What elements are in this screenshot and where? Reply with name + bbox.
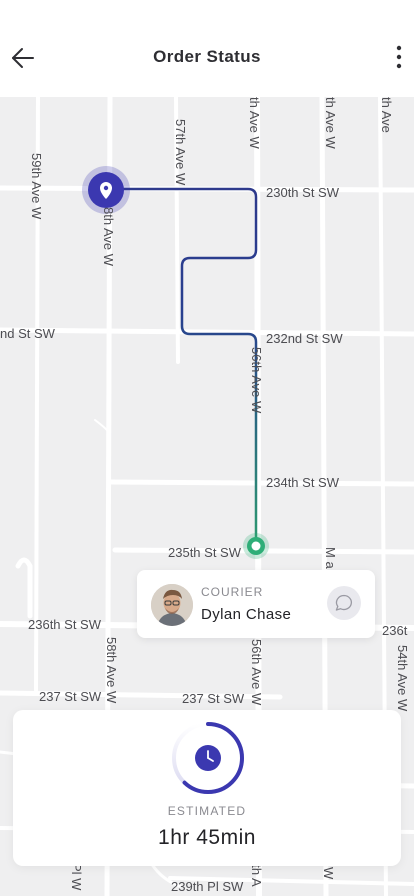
street-label: th Ave W <box>247 97 262 149</box>
delivery-route <box>106 187 258 545</box>
street-label: 54th Ave W <box>395 645 410 712</box>
more-vertical-icon <box>396 45 402 69</box>
street-label: 57th Ave W <box>173 119 188 186</box>
street-label: 232nd St SW <box>266 331 343 346</box>
street-label: th Ave <box>379 97 394 133</box>
courier-card[interactable]: COURIER Dylan Chase <box>137 570 375 638</box>
eta-card: ESTIMATED 1hr 45min <box>13 710 401 866</box>
eta-value: 1hr 45min <box>158 826 256 849</box>
street-label: 236t <box>382 623 408 638</box>
street-label: 8th Ave W <box>101 207 116 267</box>
eta-progress-ring <box>172 722 244 794</box>
street-label: 59th Ave W <box>29 153 44 220</box>
street-label: 56th Ave W <box>249 639 264 706</box>
clock-icon <box>195 745 221 771</box>
street-label: W <box>321 867 336 880</box>
street-label: 236th St SW <box>28 617 101 632</box>
street-label: nd St SW <box>0 326 55 341</box>
street-label: 56th Ave W <box>249 347 264 414</box>
street-label: Pl W <box>69 863 84 891</box>
street-label: th Ave W <box>323 97 338 149</box>
eta-label: ESTIMATED <box>167 804 247 818</box>
page-title: Order Status <box>153 47 261 66</box>
street-label: 237 St SW <box>182 691 245 706</box>
more-options-button[interactable] <box>392 42 406 72</box>
street-label: 58th Ave W <box>104 637 119 704</box>
chat-button[interactable] <box>327 586 361 620</box>
courier-name: Dylan Chase <box>201 606 292 623</box>
street-label: M a <box>323 547 338 569</box>
app-header: Order Status <box>0 0 414 97</box>
courier-role-label: COURIER <box>201 585 264 599</box>
street-label: 237 St SW <box>39 689 102 704</box>
courier-location-marker <box>243 533 269 559</box>
courier-avatar <box>151 584 193 626</box>
street-label: 235th St SW <box>168 545 241 560</box>
avatar-image <box>151 584 193 626</box>
chat-bubble-icon <box>335 594 353 611</box>
street-label: 230th St SW <box>266 185 339 200</box>
street-label: 234th St SW <box>266 475 339 490</box>
street-label: 239th Pl SW <box>171 879 244 894</box>
